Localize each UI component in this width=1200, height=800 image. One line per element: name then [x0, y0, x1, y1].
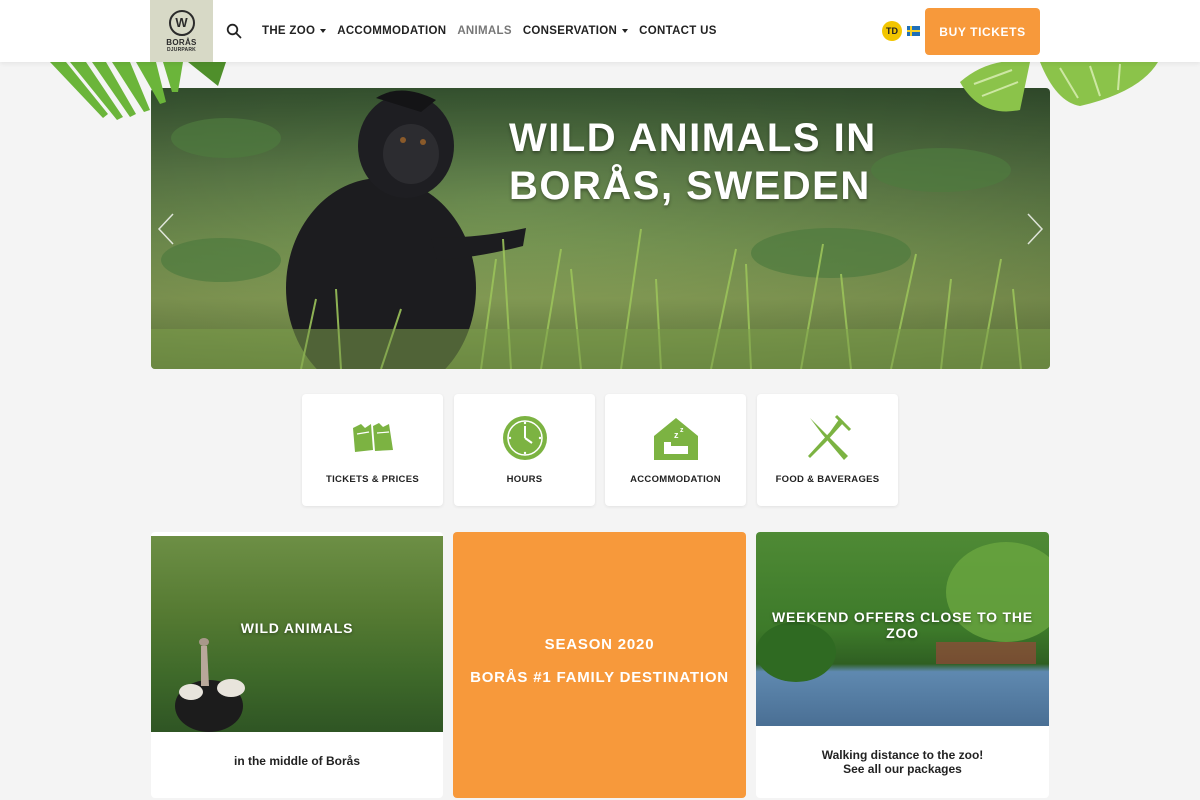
quick-link-accommodation[interactable]: z z ACCOMMODATION — [605, 394, 746, 506]
nav-label: ANIMALS — [457, 25, 512, 37]
card-title: WILD ANIMALS — [240, 620, 354, 636]
quick-link-label: TICKETS & PRICES — [326, 474, 419, 485]
quick-link-label: HOURS — [506, 474, 543, 485]
swedish-flag-icon[interactable] — [907, 26, 920, 36]
svg-text:z: z — [674, 430, 679, 440]
card-wild-animals[interactable]: WILD ANIMALS in the middle of Borås — [151, 532, 443, 798]
nav-item-the-zoo[interactable]: THE ZOO — [262, 25, 327, 37]
quick-link-hours[interactable]: HOURS — [454, 394, 595, 506]
fork-knife-icon — [807, 414, 851, 460]
chevron-down-icon — [320, 29, 327, 33]
card-caption-line: Walking distance to the zoo! — [821, 748, 984, 762]
hero-title-line: WILD ANIMALS IN — [509, 116, 877, 160]
logo-subname: DJURPARK — [166, 46, 196, 53]
hero-banner: WILD ANIMALS IN BORÅS, SWEDEN — [151, 88, 1050, 369]
td-badge[interactable]: TD — [882, 21, 902, 41]
site-header: W BORÅS DJURPARK THE ZOO ACCOMMODATION A… — [0, 0, 1200, 62]
carousel-prev-icon[interactable] — [157, 212, 175, 246]
nav-item-accommodation[interactable]: ACCOMMODATION — [337, 25, 446, 37]
nav-label: CONTACT US — [639, 25, 717, 37]
clock-icon — [502, 416, 547, 460]
chevron-down-icon — [622, 29, 629, 33]
house-sleep-icon: z z — [653, 418, 698, 460]
grass-foreground — [151, 228, 1050, 369]
hero-title: WILD ANIMALS IN BORÅS, SWEDEN — [509, 114, 939, 210]
season-subtitle: BORÅS #1 FAMILY DESTINATION — [470, 669, 729, 686]
nav-label: ACCOMMODATION — [337, 25, 447, 37]
quick-link-tickets[interactable]: TICKETS & PRICES — [302, 394, 443, 506]
logo-mark: W — [168, 9, 195, 36]
quick-link-label: ACCOMMODATION — [630, 474, 721, 485]
card-caption: in the middle of Borås — [233, 754, 360, 768]
card-season[interactable]: SEASON 2020 BORÅS #1 FAMILY DESTINATION — [453, 532, 746, 798]
carousel-next-icon[interactable] — [1026, 212, 1044, 246]
card-weekend-offers[interactable]: WEEKEND OFFERS CLOSE TO THE ZOO Walking … — [756, 532, 1049, 798]
hero-title-line: BORÅS, SWEDEN — [509, 164, 871, 208]
quick-link-label: FOOD & BAVERAGES — [775, 474, 880, 485]
nav-item-conservation[interactable]: CONSERVATION — [522, 25, 629, 37]
card-caption-link[interactable]: See all our packages — [756, 762, 1049, 776]
buy-tickets-button[interactable]: BUY TICKETS — [925, 8, 1040, 55]
card-title: WEEKEND OFFERS CLOSE TO THE ZOO — [772, 609, 1033, 641]
palm-leaves-decoration — [50, 62, 226, 120]
nav-item-animals[interactable]: ANIMALS — [457, 25, 512, 37]
monstera-leaves-decoration — [960, 62, 1158, 112]
search-icon[interactable] — [226, 23, 242, 39]
logo-name: BORÅS — [166, 37, 197, 47]
tickets-icon — [352, 423, 393, 452]
nav-item-contact-us[interactable]: CONTACT US — [639, 25, 717, 37]
season-title: SEASON 2020 — [544, 636, 655, 653]
boras-djurpark-logo[interactable]: W BORÅS DJURPARK — [150, 0, 213, 62]
svg-text:z: z — [680, 427, 684, 434]
quick-link-food[interactable]: FOOD & BAVERAGES — [757, 394, 898, 506]
main-nav: THE ZOO ACCOMMODATION ANIMALS CONSERVATI… — [262, 0, 728, 62]
nav-label: THE ZOO — [262, 25, 316, 37]
nav-label: CONSERVATION — [522, 25, 618, 37]
